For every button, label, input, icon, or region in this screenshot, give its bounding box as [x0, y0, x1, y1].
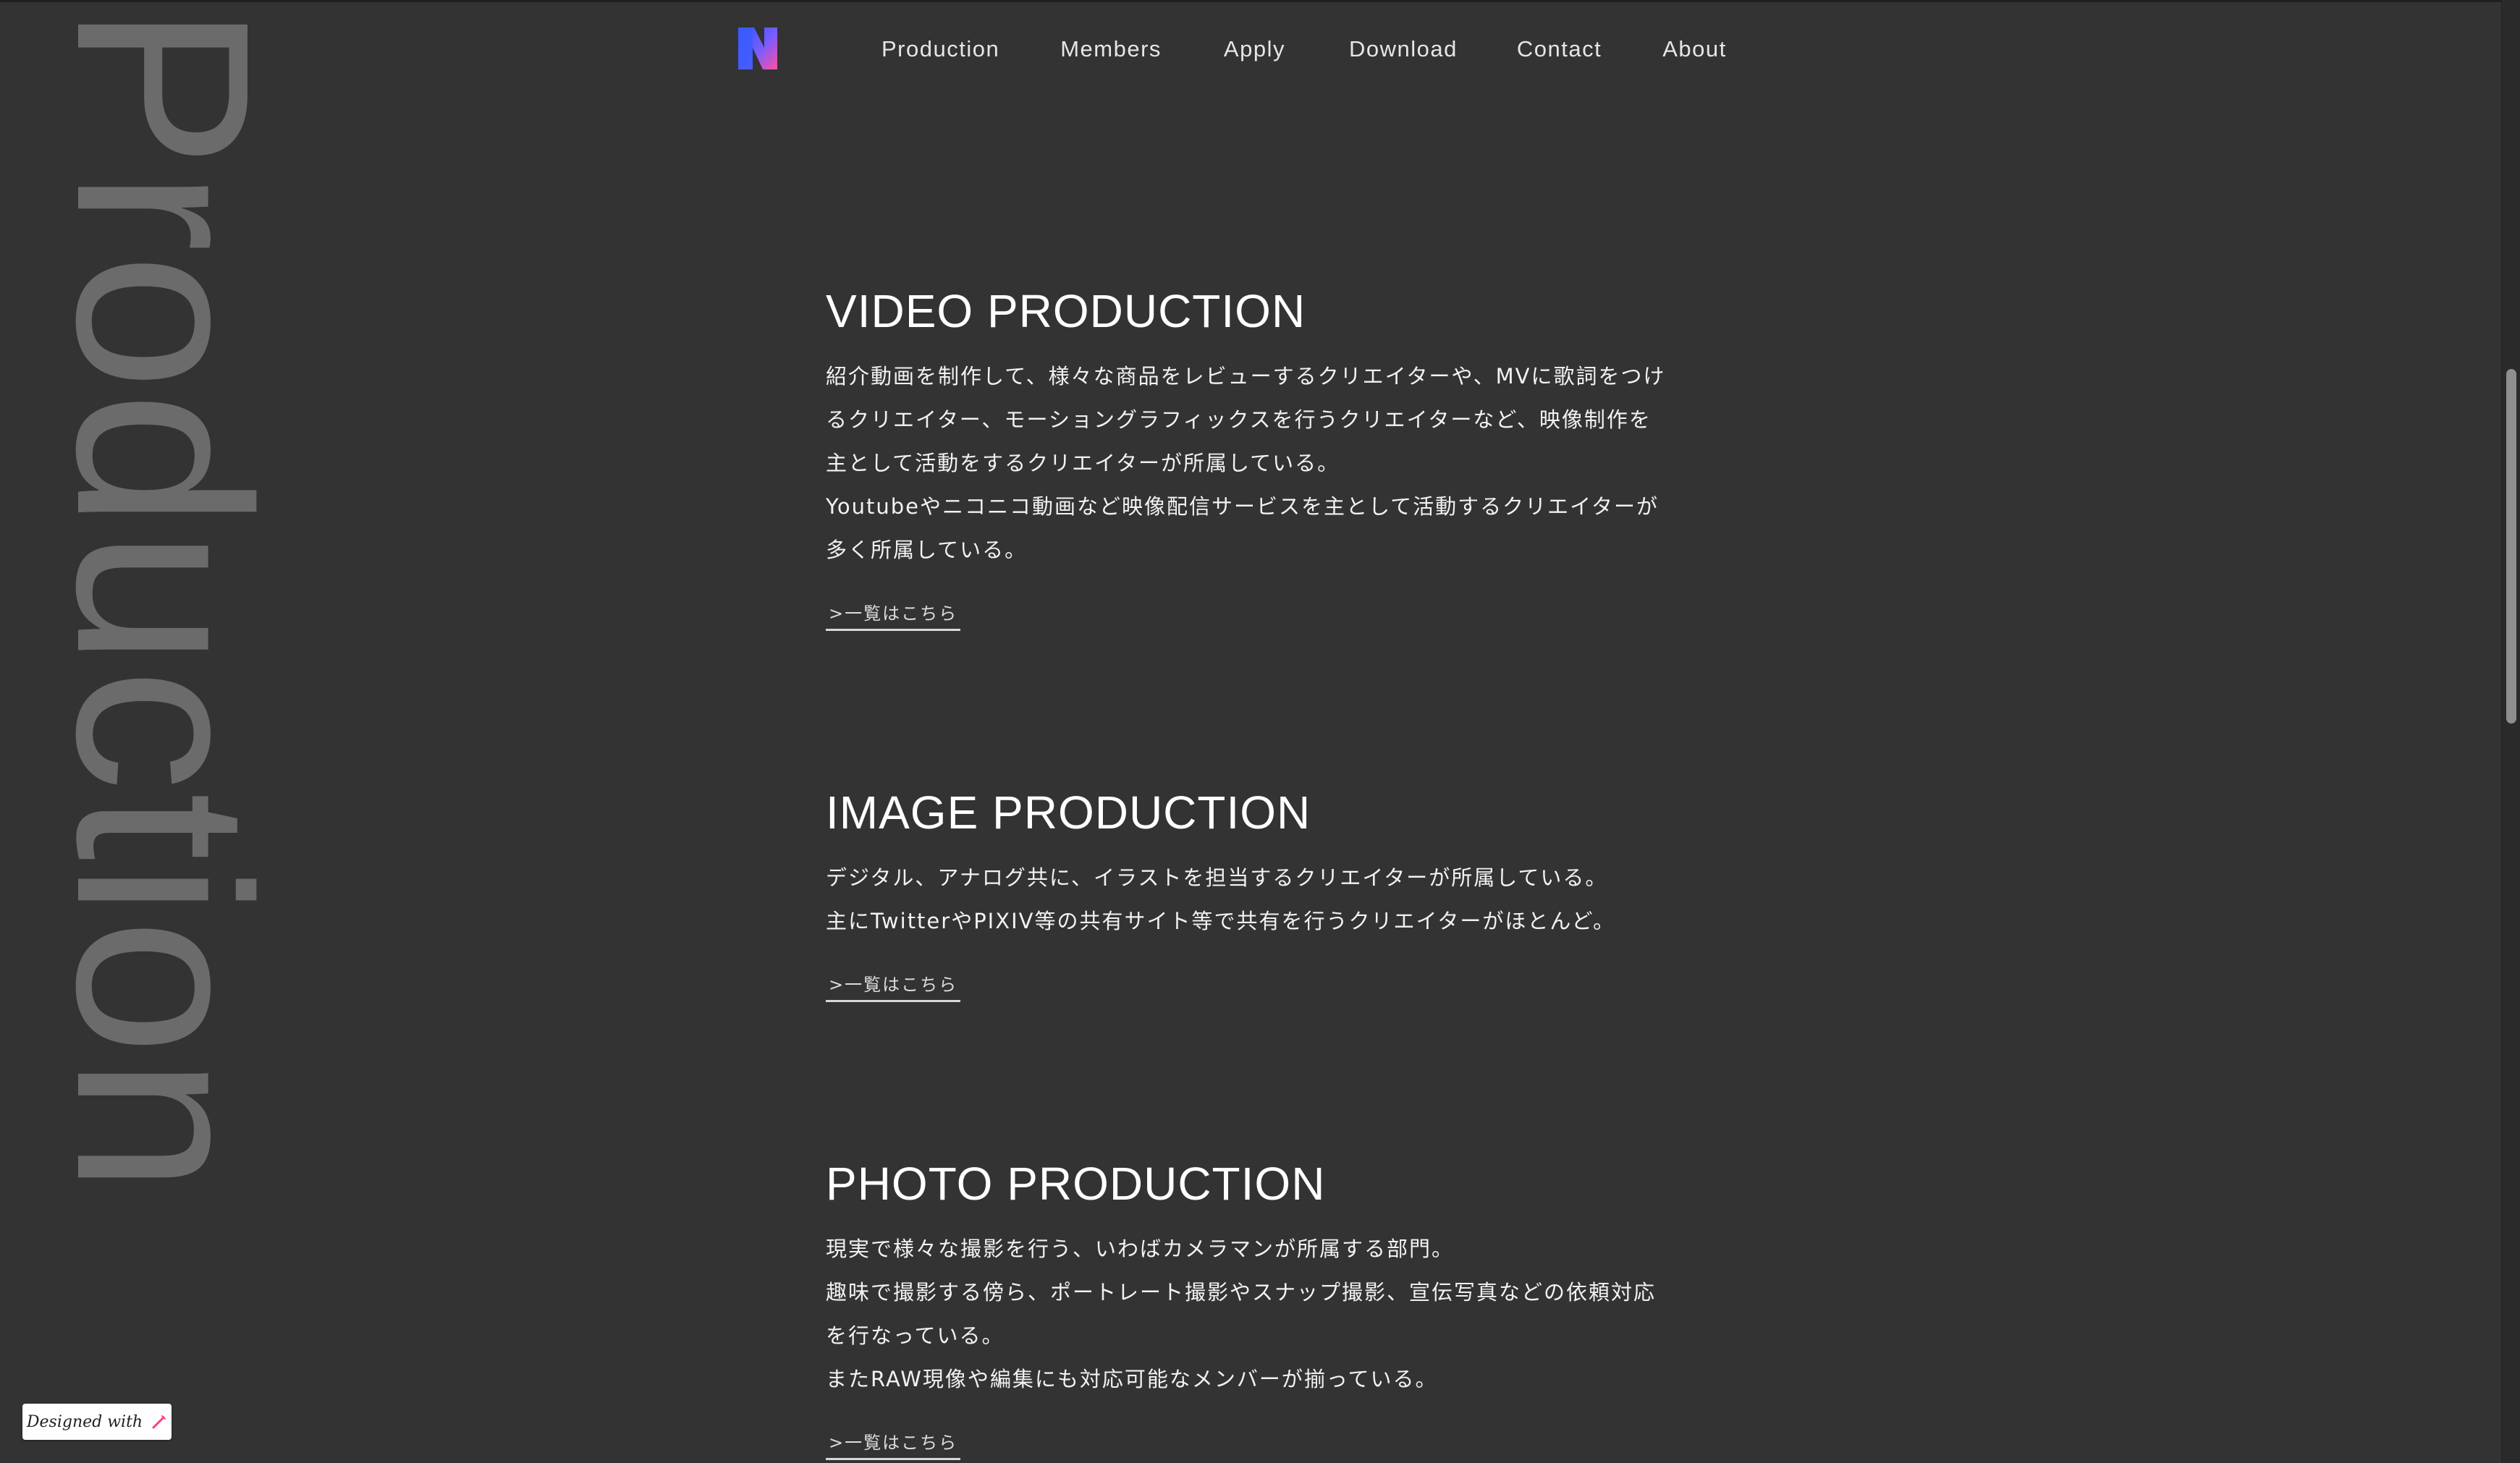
section-title: IMAGE PRODUCTION	[826, 786, 1311, 839]
nav-link-apply[interactable]: Apply	[1224, 36, 1285, 62]
section-description: デジタル、アナログ共に、イラストを担当するクリエイターが所属している。 主にTw…	[826, 856, 1680, 943]
nav-link-about[interactable]: About	[1662, 36, 1727, 62]
photo-production-section: PHOTO PRODUCTION 現実で様々な撮影を行う、いわばカメラマンが所属…	[826, 1161, 1680, 1460]
badge-text: Designed with	[26, 1412, 143, 1431]
section-description: 紹介動画を制作して、様々な商品をレビューするクリエイターや、MVに歌詞をつけ る…	[826, 355, 1680, 572]
description-line: 多く所属している。	[826, 538, 1028, 562]
section-title: PHOTO PRODUCTION	[826, 1158, 1326, 1210]
pen-icon	[152, 1415, 166, 1429]
description-line: またRAW現像や編集にも対応可能なメンバーが揃っている。	[826, 1367, 1438, 1391]
top-border	[0, 0, 2501, 2]
nav-link-contact[interactable]: Contact	[1517, 36, 1602, 62]
scrollbar[interactable]	[2501, 0, 2520, 1463]
section-title: VIDEO PRODUCTION	[826, 285, 1306, 337]
description-line: Youtubeやニコニコ動画など映像配信サービスを主として活動するクリエイターが	[826, 494, 1659, 519]
main-nav: Production Members Apply Download Contac…	[881, 36, 1727, 62]
description-line: デジタル、アナログ共に、イラストを担当するクリエイターが所属している。	[826, 865, 1608, 890]
designed-with-badge[interactable]: Designed with	[22, 1404, 172, 1440]
view-list-link[interactable]: >一覧はこちら	[826, 599, 961, 631]
view-list-link[interactable]: >一覧はこちら	[826, 970, 961, 1002]
description-line: を行なっている。	[826, 1323, 1005, 1348]
scrollbar-thumb[interactable]	[2506, 369, 2516, 724]
description-line: 現実で様々な撮影を行う、いわばカメラマンが所属する部門。	[826, 1237, 1455, 1261]
description-line: 紹介動画を制作して、様々な商品をレビューするクリエイターや、MVに歌詞をつけ	[826, 364, 1666, 389]
description-line: 主として活動をするクリエイターが所属している。	[826, 451, 1340, 475]
section-watermark: Production	[25, 4, 300, 1195]
video-production-section: VIDEO PRODUCTION 紹介動画を制作して、様々な商品をレビューするク…	[826, 288, 1680, 631]
nav-link-download[interactable]: Download	[1349, 36, 1458, 62]
studio-logo-icon[interactable]	[735, 26, 780, 71]
nav-link-members[interactable]: Members	[1060, 36, 1162, 62]
description-line: るクリエイター、モーショングラフィックスを行うクリエイターなど、映像制作を	[826, 407, 1652, 432]
description-line: 主にTwitterやPIXIV等の共有サイト等で共有を行うクリエイターがほとんど…	[826, 909, 1616, 933]
section-description: 現実で様々な撮影を行う、いわばカメラマンが所属する部門。 趣味で撮影する傍ら、ポ…	[826, 1227, 1680, 1401]
view-list-link[interactable]: >一覧はこちら	[826, 1428, 961, 1460]
description-line: 趣味で撮影する傍ら、ポートレート撮影やスナップ撮影、宣伝写真などの依頼対応	[826, 1280, 1657, 1305]
image-production-section: IMAGE PRODUCTION デジタル、アナログ共に、イラストを担当するクリ…	[826, 789, 1680, 1002]
nav-link-production[interactable]: Production	[881, 36, 999, 62]
page: Production Production Members Apply Down…	[0, 0, 2501, 1463]
